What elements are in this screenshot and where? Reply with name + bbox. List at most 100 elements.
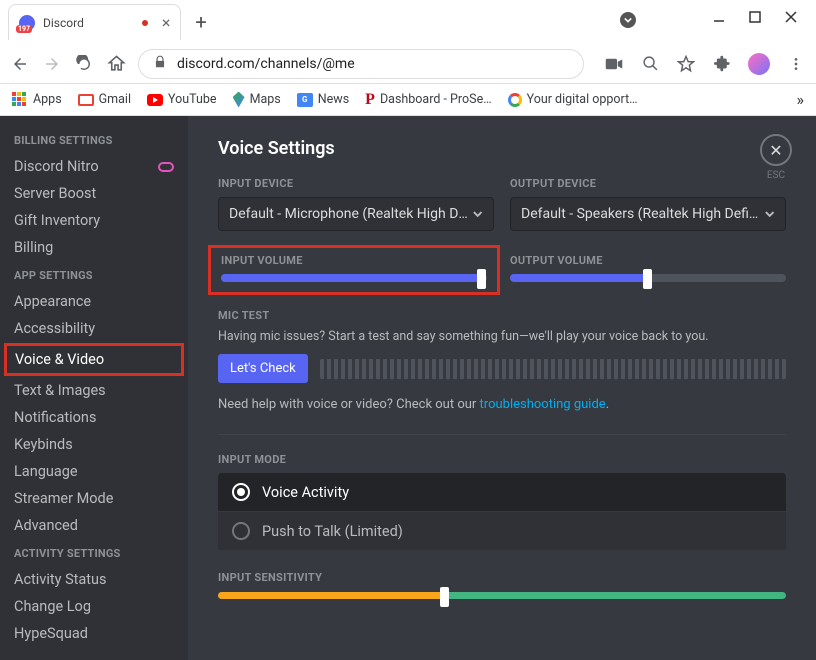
bookmark-youtube[interactable]: YouTube [147, 92, 217, 107]
sidebar-item-language[interactable]: Language [6, 458, 182, 485]
sidebar-item-advanced[interactable]: Advanced [6, 512, 182, 539]
output-volume-slider[interactable] [510, 274, 786, 282]
chevron-down-icon [764, 208, 775, 220]
close-settings-button[interactable]: ✕ ESC [760, 134, 792, 181]
output-device-label: OUTPUT DEVICE [510, 177, 786, 190]
sidebar-item-billing[interactable]: Billing [6, 234, 182, 261]
radio-icon [232, 483, 250, 501]
address-bar[interactable]: discord.com/channels/@me [138, 49, 584, 79]
sidebar-item-text-images[interactable]: Text & Images [6, 377, 182, 404]
home-icon[interactable] [106, 54, 126, 73]
browser-tab[interactable]: 197 Discord × [8, 4, 181, 40]
settings-main: ✕ ESC Voice Settings INPUT DEVICE Defaul… [188, 116, 816, 660]
apps-icon [12, 92, 28, 108]
chevron-down-icon [472, 208, 483, 220]
bookmark-maps[interactable]: Maps [233, 92, 281, 108]
output-volume-label: OUTPUT VOLUME [510, 254, 786, 267]
sidebar-item-streamer-mode[interactable]: Streamer Mode [6, 485, 182, 512]
page-title: Voice Settings [218, 138, 786, 159]
mic-test-label: MIC TEST [218, 309, 786, 322]
mic-level-meter [320, 359, 786, 379]
profile-chevron-icon[interactable] [620, 12, 636, 28]
sidebar-item-discord-nitro[interactable]: Discord Nitro [6, 153, 182, 180]
zoom-icon[interactable] [640, 55, 660, 72]
lets-check-button[interactable]: Let's Check [218, 354, 308, 383]
browser-toolbar: discord.com/channels/@me [0, 44, 816, 84]
maximize-icon[interactable] [748, 10, 762, 24]
sidebar-item-gift-inventory[interactable]: Gift Inventory [6, 207, 182, 234]
bookmark-news[interactable]: GNews [297, 92, 349, 107]
window-controls [712, 0, 816, 24]
active-item-highlight: Voice & Video [4, 343, 184, 376]
news-icon: G [297, 93, 313, 107]
profile-avatar[interactable] [748, 53, 770, 75]
bookmark-dashboard[interactable]: PDashboard - ProSe… [365, 91, 491, 109]
section-divider [218, 434, 786, 435]
input-mode-option[interactable]: Push to Talk (Limited) [218, 512, 786, 551]
sidebar-item-accessibility[interactable]: Accessibility [6, 315, 182, 342]
sidebar-item-change-log[interactable]: Change Log [6, 593, 182, 620]
tab-title: Discord [43, 16, 84, 30]
input-device-select[interactable]: Default - Microphone (Realtek High Defin… [218, 197, 494, 231]
star-icon[interactable] [676, 55, 696, 73]
minimize-icon[interactable] [712, 10, 726, 24]
close-tab-icon[interactable]: × [162, 13, 171, 32]
bookmark-apps[interactable]: Apps [12, 92, 62, 108]
slider-thumb[interactable] [643, 269, 652, 289]
slider-thumb[interactable] [440, 587, 449, 607]
close-window-icon[interactable] [784, 10, 798, 24]
gmail-icon [78, 94, 94, 106]
sidebar-header: BILLING SETTINGS [6, 126, 182, 153]
sensitivity-slider[interactable] [218, 592, 786, 599]
input-device-label: INPUT DEVICE [218, 177, 494, 190]
discord-app: BILLING SETTINGSDiscord NitroServer Boos… [0, 116, 816, 660]
output-device-select[interactable]: Default - Speakers (Realtek High Definit… [510, 197, 786, 231]
input-volume-slider[interactable] [221, 274, 487, 282]
close-icon: ✕ [760, 134, 792, 166]
forward-icon[interactable] [42, 55, 62, 73]
bookmarks-bar: Apps Gmail YouTube Maps GNews PDashboard… [0, 84, 816, 116]
input-mode-group: Voice ActivityPush to Talk (Limited) [218, 473, 786, 551]
youtube-icon [147, 94, 163, 106]
input-mode-option[interactable]: Voice Activity [218, 473, 786, 512]
bookmarks-overflow-icon[interactable]: » [797, 90, 805, 109]
sidebar-item-voice-video[interactable]: Voice & Video [7, 346, 181, 373]
url-text: discord.com/channels/@me [177, 56, 355, 72]
nitro-badge-icon [158, 162, 174, 172]
recording-indicator-icon [142, 20, 148, 26]
lock-icon [153, 55, 167, 73]
pinterest-icon: P [365, 91, 375, 109]
sidebar-item-server-boost[interactable]: Server Boost [6, 180, 182, 207]
radio-icon [232, 522, 250, 540]
input-volume-highlight: INPUT VOLUME [208, 245, 500, 295]
new-tab-button[interactable]: + [195, 10, 206, 34]
esc-label: ESC [760, 170, 792, 181]
slider-thumb[interactable] [477, 269, 486, 289]
sidebar-item-notifications[interactable]: Notifications [6, 404, 182, 431]
sensitivity-label: INPUT SENSITIVITY [218, 571, 786, 584]
window-titlebar: 197 Discord × + [0, 0, 816, 44]
bookmark-gmail[interactable]: Gmail [78, 92, 131, 107]
reload-icon[interactable] [74, 55, 94, 73]
discord-favicon: 197 [19, 15, 35, 31]
bookmark-digital[interactable]: Your digital opport… [508, 92, 638, 107]
troubleshooting-link[interactable]: troubleshooting guide [480, 397, 606, 412]
sidebar-header: APP SETTINGS [6, 261, 182, 288]
camera-icon[interactable] [604, 57, 624, 71]
sidebar-item-keybinds[interactable]: Keybinds [6, 431, 182, 458]
maps-icon [233, 92, 245, 108]
mic-test-description: Having mic issues? Start a test and say … [218, 329, 786, 344]
sidebar-item-appearance[interactable]: Appearance [6, 288, 182, 315]
sidebar-item-hypesquad[interactable]: HypeSquad [6, 620, 182, 647]
input-volume-label: INPUT VOLUME [221, 254, 487, 267]
settings-sidebar: BILLING SETTINGSDiscord NitroServer Boos… [0, 116, 188, 660]
sidebar-item-activity-status[interactable]: Activity Status [6, 566, 182, 593]
back-icon[interactable] [10, 55, 30, 73]
menu-icon[interactable] [786, 56, 806, 72]
help-text: Need help with voice or video? Check out… [218, 397, 786, 412]
notification-badge: 197 [16, 25, 32, 33]
google-icon [508, 93, 522, 107]
input-mode-label: INPUT MODE [218, 453, 786, 466]
extensions-icon[interactable] [712, 55, 732, 72]
sidebar-header: ACTIVITY SETTINGS [6, 539, 182, 566]
